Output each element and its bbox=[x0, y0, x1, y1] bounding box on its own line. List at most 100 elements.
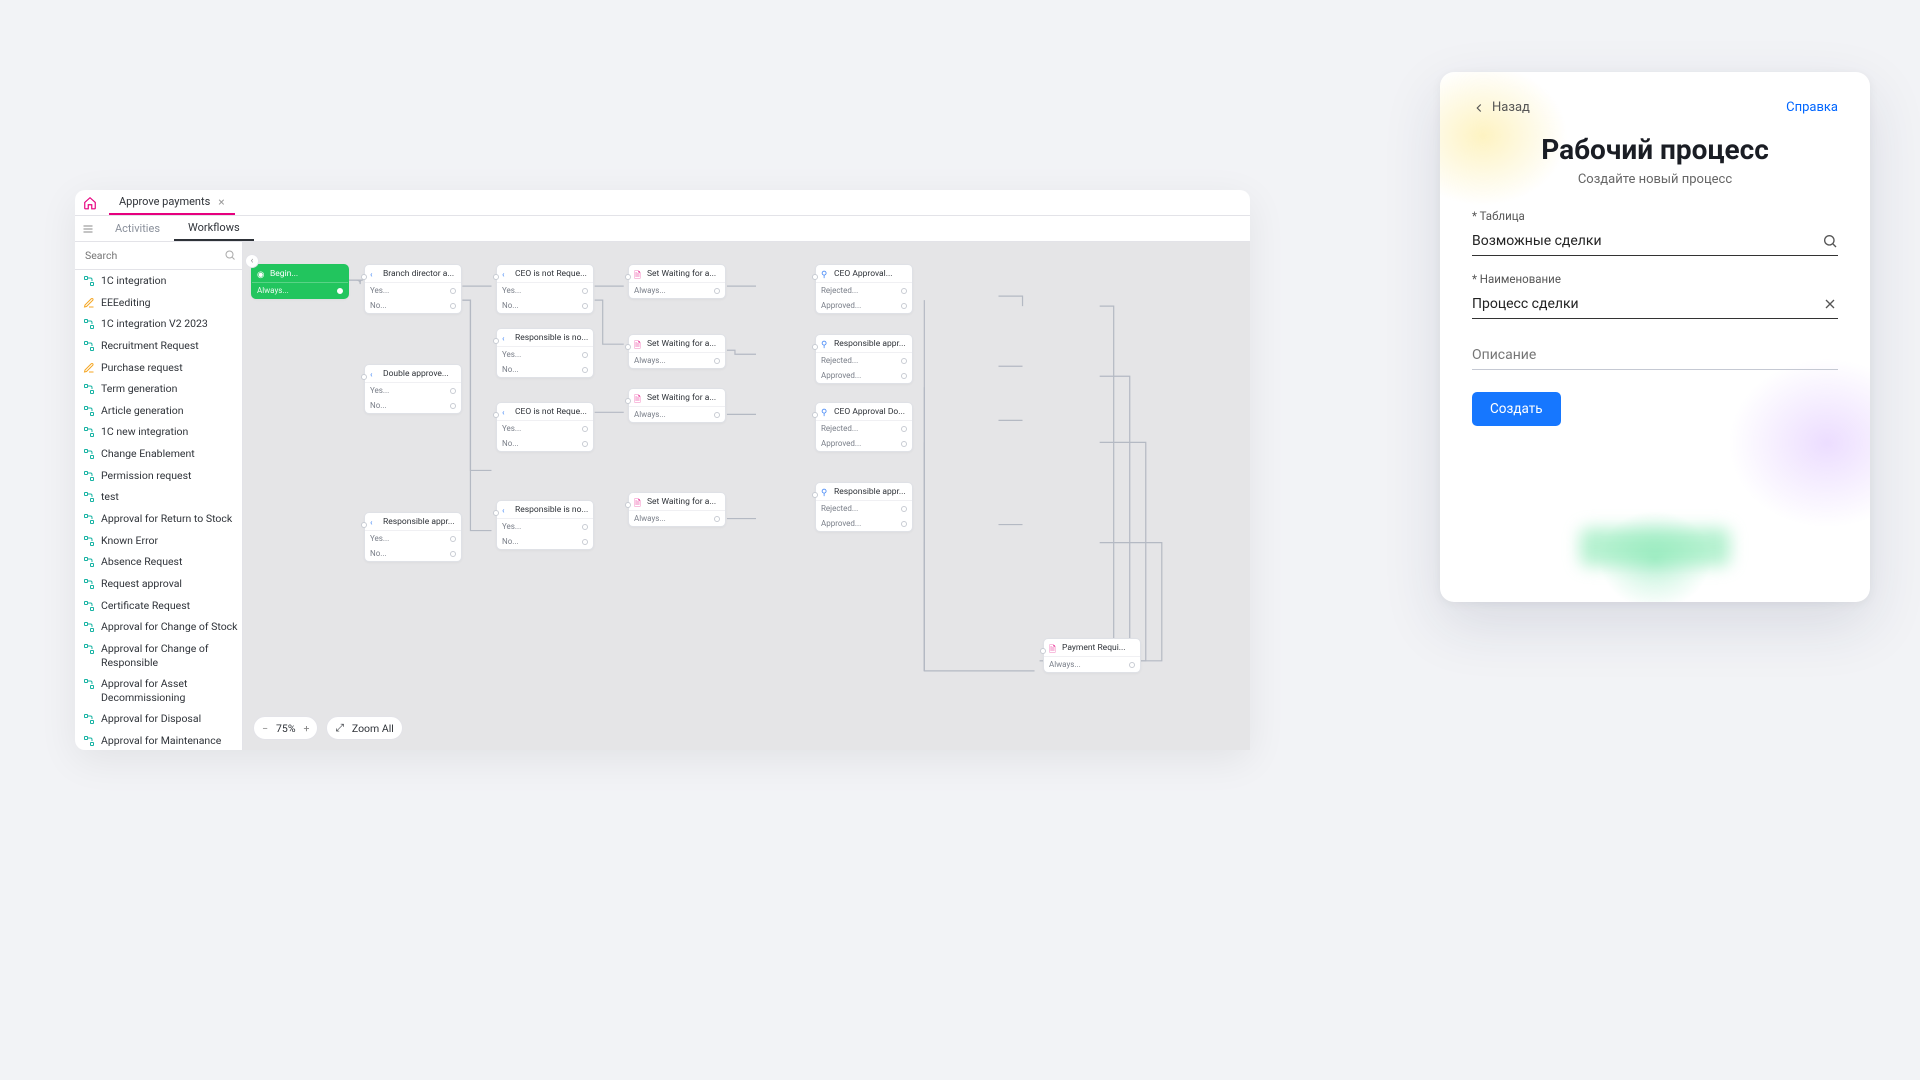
sidebar-item[interactable]: Absence Request bbox=[75, 551, 242, 573]
sidebar-item-label: Purchase request bbox=[101, 361, 183, 375]
description-input[interactable] bbox=[1472, 341, 1838, 369]
tab-activities[interactable]: Activities bbox=[101, 216, 174, 241]
sidebar-item-label: EEEediting bbox=[101, 296, 151, 310]
play-icon: ◉ bbox=[257, 270, 266, 279]
name-field[interactable] bbox=[1472, 290, 1838, 319]
sidebar-item[interactable]: Approval for Disposal bbox=[75, 708, 242, 730]
sidebar-item[interactable]: Known Error bbox=[75, 530, 242, 552]
node-branch-director[interactable]: ‹Branch director a... Yes... No... bbox=[364, 264, 462, 314]
sidebar-item-label: 1C new integration bbox=[101, 425, 188, 439]
sidebar-item[interactable]: 1C integration bbox=[75, 270, 242, 292]
sidebar: 1C integration EEEediting 1C integration V… bbox=[75, 242, 243, 750]
close-icon[interactable]: × bbox=[218, 195, 224, 209]
hamburger-icon[interactable] bbox=[75, 223, 101, 235]
sidebar-item[interactable]: Certificate Request bbox=[75, 595, 242, 617]
sidebar-item-label: Request approval bbox=[101, 577, 182, 591]
zoom-all-button[interactable]: ⤢ Zoom All bbox=[326, 716, 402, 740]
sidebar-item[interactable]: Approval for Change of Stock bbox=[75, 616, 242, 638]
node-ceo-not-req-2[interactable]: ‹CEO is not Reque... Yes... No... bbox=[496, 402, 594, 452]
sidebar-item[interactable]: Term generation bbox=[75, 378, 242, 400]
name-input[interactable] bbox=[1472, 290, 1838, 318]
node-double-approve[interactable]: ‹Double approve... Yes... No... bbox=[364, 364, 462, 414]
workflow-tree[interactable]: 1C integration EEEediting 1C integration V… bbox=[75, 270, 242, 750]
table-input[interactable] bbox=[1472, 227, 1838, 255]
branch-icon: ‹ bbox=[502, 408, 511, 417]
sidebar-item-label: 1C integration bbox=[101, 274, 166, 288]
sidebar-item-label: Article generation bbox=[101, 404, 184, 418]
node-set-waiting-4[interactable]: 🗎Set Waiting for a... Always... bbox=[628, 492, 726, 527]
flow-icon bbox=[83, 713, 95, 725]
sidebar-item[interactable]: Approval for Asset Decommissioning bbox=[75, 673, 242, 708]
collapse-sidebar-toggle[interactable]: ‹ bbox=[245, 254, 259, 268]
sidebar-item[interactable]: Approval for Maintenance bbox=[75, 730, 242, 750]
zoom-out-button[interactable]: − bbox=[262, 722, 268, 735]
branch-icon: ‹ bbox=[502, 270, 511, 279]
flow-icon bbox=[83, 600, 95, 612]
fit-icon: ⤢ bbox=[335, 721, 343, 735]
node-set-waiting-2[interactable]: 🗎Set Waiting for a... Always... bbox=[628, 334, 726, 369]
node-begin[interactable]: ◉Begin... Always... bbox=[251, 264, 349, 299]
panel-title: Рабочий процесс bbox=[1472, 133, 1838, 166]
flow-icon bbox=[83, 678, 95, 690]
branch-icon: ‹ bbox=[370, 270, 379, 279]
node-set-waiting-3[interactable]: 🗎Set Waiting for a... Always... bbox=[628, 388, 726, 423]
sidebar-item[interactable]: 1C new integration bbox=[75, 421, 242, 443]
user-icon: ⚲ bbox=[821, 408, 830, 417]
sidebar-item-label: Absence Request bbox=[101, 555, 182, 569]
node-ceo-approval[interactable]: ⚲CEO Approval... Rejected... Approved... bbox=[815, 264, 913, 314]
node-responsible-appr-a[interactable]: ⚲Responsible appr... Rejected... Approve… bbox=[815, 334, 913, 384]
sidebar-item[interactable]: EEEediting bbox=[75, 292, 242, 314]
description-field[interactable] bbox=[1472, 341, 1838, 370]
node-responsible-not-1[interactable]: ‹Responsible is no... Yes... No... bbox=[496, 328, 594, 378]
sidebar-item[interactable]: test bbox=[75, 486, 242, 508]
table-field[interactable] bbox=[1472, 227, 1838, 256]
tab-workflows[interactable]: Workflows bbox=[174, 216, 254, 241]
user-icon: ⚲ bbox=[821, 340, 830, 349]
zoom-controls: − 75% + ⤢ Zoom All bbox=[253, 716, 403, 740]
zoom-in-button[interactable]: + bbox=[304, 722, 310, 735]
create-button[interactable]: Создать bbox=[1472, 392, 1561, 426]
back-button[interactable]: Назад bbox=[1472, 100, 1530, 115]
sidebar-item[interactable]: Permission request bbox=[75, 465, 242, 487]
flow-icon bbox=[83, 470, 95, 482]
zoom-value: 75% bbox=[276, 722, 296, 735]
sidebar-item-label: Term generation bbox=[101, 382, 177, 396]
home-icon[interactable] bbox=[81, 194, 99, 212]
node-ceo-not-req-1[interactable]: ‹CEO is not Reque... Yes... No... bbox=[496, 264, 594, 314]
flow-icon bbox=[83, 340, 95, 352]
sidebar-item[interactable]: Approval for Return to Stock bbox=[75, 508, 242, 530]
workflow-canvas[interactable]: ◉Begin... Always... ‹Branch director a..… bbox=[243, 242, 1250, 750]
sidebar-item[interactable]: 1C integration V2 2023 bbox=[75, 313, 242, 335]
search-input[interactable] bbox=[75, 242, 242, 269]
decorative-blur bbox=[1580, 528, 1730, 566]
tab-label: Approve payments bbox=[119, 195, 210, 208]
flow-icon bbox=[83, 643, 95, 655]
node-responsible-appr-1[interactable]: ‹Responsible appr... Yes... No... bbox=[364, 512, 462, 562]
node-responsible-not-2[interactable]: ‹Responsible is no... Yes... No... bbox=[496, 500, 594, 550]
sidebar-item-label: Change Enablement bbox=[101, 447, 195, 461]
sidebar-item[interactable]: Request approval bbox=[75, 573, 242, 595]
sidebar-item-label: Approval for Change of Stock bbox=[101, 620, 238, 634]
sidebar-item[interactable]: Purchase request bbox=[75, 357, 242, 379]
node-payment-requi[interactable]: 🗎Payment Requi... Always... bbox=[1043, 638, 1141, 673]
node-set-waiting-1[interactable]: 🗎Set Waiting for a... Always... bbox=[628, 264, 726, 299]
sidebar-item[interactable]: Article generation bbox=[75, 400, 242, 422]
edit-icon bbox=[83, 297, 95, 309]
arrow-left-icon bbox=[1472, 101, 1486, 115]
sidebar-item[interactable]: Change Enablement bbox=[75, 443, 242, 465]
help-link[interactable]: Справка bbox=[1786, 100, 1838, 115]
doc-icon: 🗎 bbox=[1049, 644, 1058, 653]
sidebar-item[interactable]: Recruitment Request bbox=[75, 335, 242, 357]
sidebar-item[interactable]: Approval for Change of Responsible bbox=[75, 638, 242, 673]
node-responsible-appr-b[interactable]: ⚲Responsible appr... Rejected... Approve… bbox=[815, 482, 913, 532]
search-icon[interactable] bbox=[1822, 233, 1838, 249]
field-label-table: * Таблица bbox=[1472, 209, 1838, 223]
user-icon: ⚲ bbox=[821, 488, 830, 497]
node-ceo-approval-do[interactable]: ⚲CEO Approval Do... Rejected... Approved… bbox=[815, 402, 913, 452]
clear-icon[interactable] bbox=[1822, 296, 1838, 312]
tab-approve-payments[interactable]: Approve payments × bbox=[109, 190, 235, 215]
flow-icon bbox=[83, 535, 95, 547]
branch-icon: ‹ bbox=[370, 370, 379, 379]
flow-icon bbox=[83, 513, 95, 525]
flow-icon bbox=[83, 556, 95, 568]
